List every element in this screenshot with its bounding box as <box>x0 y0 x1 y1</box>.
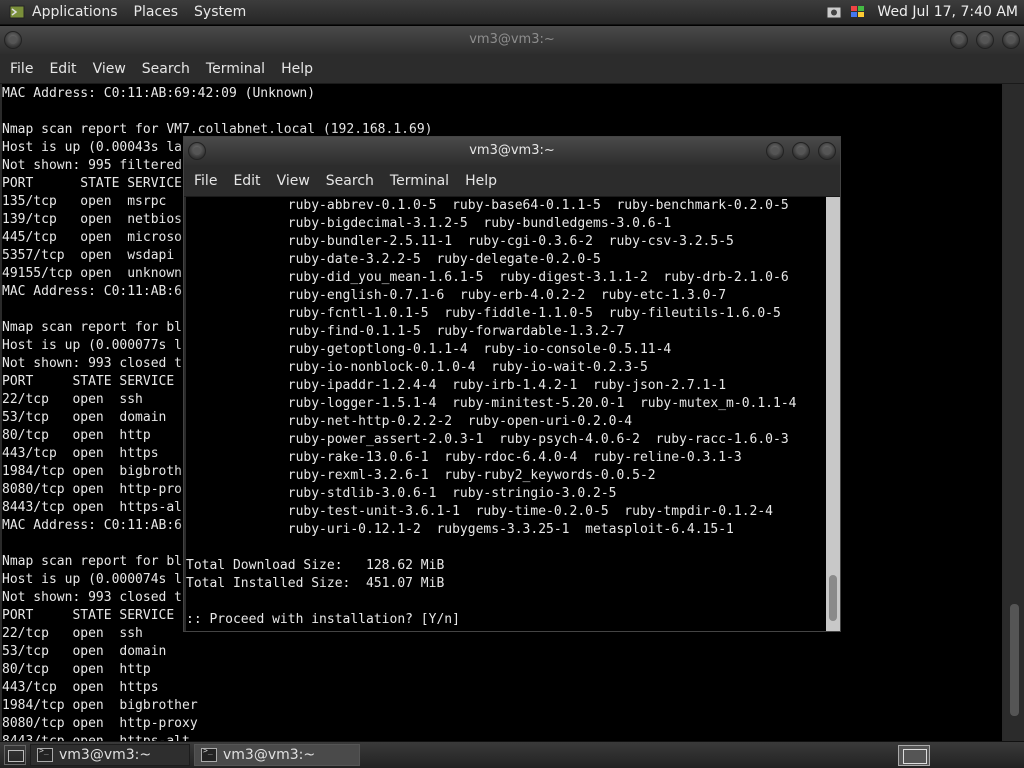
terminal-line: ruby-did_you_mean-1.6.1-5 ruby-digest-3.… <box>186 270 789 285</box>
taskbar-item-label: vm3@vm3:~ <box>59 747 152 763</box>
menu-help[interactable]: Help <box>457 166 505 196</box>
scrollbar[interactable] <box>1004 84 1024 741</box>
terminal-line: ruby-fcntl-1.0.1-5 ruby-fiddle-1.1.0-5 r… <box>186 306 781 321</box>
show-desktop-button[interactable] <box>4 745 26 765</box>
terminal-line: ruby-getoptlong-0.1.1-4 ruby-io-console-… <box>186 342 672 357</box>
menu-search[interactable]: Search <box>318 166 382 196</box>
terminal-line: ruby-power_assert-2.0.3-1 ruby-psych-4.0… <box>186 432 789 447</box>
maximize-button[interactable] <box>792 142 810 160</box>
taskbar-item-label: vm3@vm3:~ <box>223 747 316 763</box>
terminal-line: 80/tcp open http <box>2 662 151 677</box>
close-button[interactable] <box>818 142 836 160</box>
terminal-window-front[interactable]: vm3@vm3:~ File Edit View Search Terminal… <box>183 136 841 632</box>
terminal-line: ruby-io-nonblock-0.1.0-4 ruby-io-wait-0.… <box>186 360 648 375</box>
places-menu[interactable]: Places <box>126 0 187 25</box>
terminal-line: MAC Address: C0:11:AB:69:42:09 (Unknown) <box>2 86 316 101</box>
terminal-line: ruby-test-unit-3.6.1-1 ruby-time-0.2.0-5… <box>186 504 773 519</box>
menu-terminal[interactable]: Terminal <box>198 54 273 84</box>
titlebar[interactable]: vm3@vm3:~ <box>0 26 1024 54</box>
terminal-line: ruby-find-0.1.1-5 ruby-forwardable-1.3.2… <box>186 324 625 339</box>
terminal-line: :: Proceed with installation? [Y/n] <box>186 612 460 627</box>
menu-file[interactable]: File <box>2 54 41 84</box>
minimize-button[interactable] <box>766 142 784 160</box>
screenshot-icon[interactable] <box>825 4 843 20</box>
taskbar-item-active[interactable]: vm3@vm3:~ <box>194 744 360 766</box>
terminal-line: Total Installed Size: 451.07 MiB <box>186 576 445 591</box>
terminal-line: ruby-date-3.2.2-5 ruby-delegate-0.2.0-5 <box>186 252 601 267</box>
menu-view[interactable]: View <box>269 166 318 196</box>
scrollbar-thumb[interactable] <box>829 575 837 621</box>
taskbar-item[interactable]: vm3@vm3:~ <box>30 744 190 766</box>
panel-tray: Wed Jul 17, 7:40 AM <box>825 4 1024 20</box>
top-panel: Applications Places System Wed Jul 17, 7… <box>0 0 1024 25</box>
titlebar[interactable]: vm3@vm3:~ <box>184 137 840 165</box>
terminal-line: ruby-uri-0.12.1-2 rubygems-3.3.25-1 meta… <box>186 522 734 537</box>
scrollbar-thumb[interactable] <box>1010 604 1019 716</box>
terminal-line: 443/tcp open https <box>2 680 159 695</box>
bottom-panel: vm3@vm3:~ vm3@vm3:~ <box>0 741 1024 768</box>
terminal-output[interactable]: ruby-abbrev-0.1.0-5 ruby-base64-0.1.1-5 … <box>186 197 826 631</box>
terminal-line: ruby-rake-13.0.6-1 ruby-rdoc-6.4.0-4 rub… <box>186 450 742 465</box>
window-menu-button[interactable] <box>188 142 206 160</box>
terminal-line: ruby-stdlib-3.0.6-1 ruby-stringio-3.0.2-… <box>186 486 617 501</box>
scrollbar[interactable] <box>826 197 840 631</box>
terminal-icon <box>201 746 217 762</box>
menu-search[interactable]: Search <box>134 54 198 84</box>
menu-edit[interactable]: Edit <box>225 166 268 196</box>
terminal-line: ruby-bundler-2.5.11-1 ruby-cgi-0.3.6-2 r… <box>186 234 734 249</box>
menu-help[interactable]: Help <box>273 54 321 84</box>
menu-edit[interactable]: Edit <box>41 54 84 84</box>
terminal-line: ruby-bigdecimal-3.1.2-5 ruby-bundledgems… <box>186 216 672 231</box>
terminal-line: ruby-net-http-0.2.2-2 ruby-open-uri-0.2.… <box>186 414 633 429</box>
terminal-line: Total Download Size: 128.62 MiB <box>186 558 445 573</box>
menubar: File Edit View Search Terminal Help <box>0 54 1024 84</box>
terminal-line: 53/tcp open domain <box>2 644 167 659</box>
window-title: vm3@vm3:~ <box>469 143 555 158</box>
clock[interactable]: Wed Jul 17, 7:40 AM <box>873 4 1018 20</box>
menu-terminal[interactable]: Terminal <box>382 166 457 196</box>
terminal-line: 1984/tcp open bigbrother <box>2 698 198 713</box>
terminal-line: 8080/tcp open http-proxy <box>2 716 198 731</box>
terminal-line: ruby-ipaddr-1.2.4-4 ruby-irb-1.4.2-1 rub… <box>186 378 727 393</box>
workspace-switcher[interactable] <box>898 745 930 766</box>
menu-view[interactable]: View <box>85 54 134 84</box>
windows-flag-icon[interactable] <box>849 4 867 20</box>
terminal-line: ruby-english-0.7.1-6 ruby-erb-4.0.2-2 ru… <box>186 288 727 303</box>
terminal-line: ruby-rexml-3.2.6-1 ruby-ruby2_keywords-0… <box>186 468 656 483</box>
terminal-line: 8443/tcp open https-alt <box>2 733 1002 741</box>
minimize-button[interactable] <box>950 31 968 49</box>
terminal-icon <box>37 746 53 762</box>
terminal-line: ruby-logger-1.5.1-4 ruby-minitest-5.20.0… <box>186 396 797 411</box>
menu-file[interactable]: File <box>186 166 225 196</box>
system-menu[interactable]: System <box>186 0 254 25</box>
maximize-button[interactable] <box>976 31 994 49</box>
terminal-line: ruby-abbrev-0.1.0-5 ruby-base64-0.1.1-5 … <box>186 198 789 213</box>
menubar: File Edit View Search Terminal Help <box>184 165 840 197</box>
applications-menu[interactable]: Applications <box>24 0 126 25</box>
window-menu-button[interactable] <box>4 31 22 49</box>
window-title: vm3@vm3:~ <box>469 32 555 47</box>
close-button[interactable] <box>1002 31 1020 49</box>
